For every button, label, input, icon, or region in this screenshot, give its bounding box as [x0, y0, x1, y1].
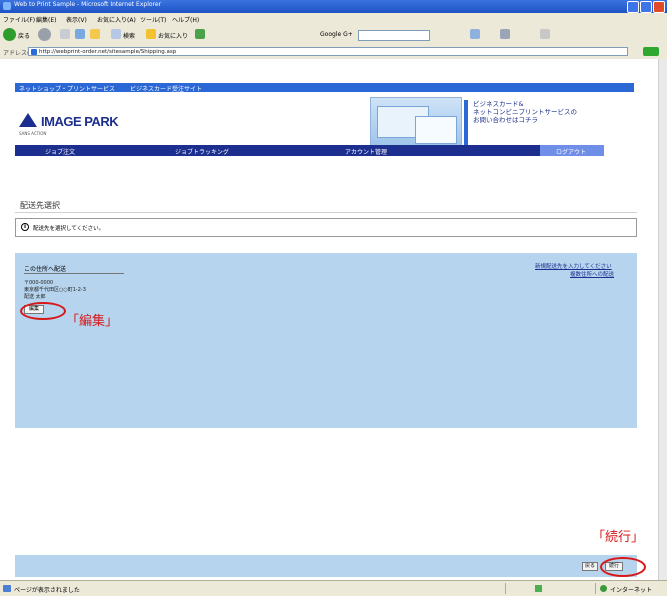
- top-link-netshop[interactable]: ネットショップ・プリントサービス: [19, 84, 115, 93]
- address-bar: アドレス(D) http://webprint-order.net/sitesa…: [0, 45, 667, 60]
- window-titlebar: Web to Print Sample - Microsoft Internet…: [0, 0, 667, 13]
- window-controls: [627, 1, 665, 13]
- menu-edit[interactable]: 編集(E): [36, 15, 56, 24]
- go-button[interactable]: [643, 47, 659, 56]
- banner-image[interactable]: [370, 97, 462, 149]
- internet-zone-icon: [600, 585, 607, 592]
- multi-address-link[interactable]: 複数住所への配送: [570, 270, 614, 278]
- edit-annotation: 「編集」: [66, 314, 119, 329]
- favorites-label[interactable]: お気に入り: [158, 31, 188, 40]
- address-postal: 〒000-0000: [24, 280, 54, 286]
- browser-toolbar: 戻る 検索 お気に入り Google G+: [0, 24, 667, 46]
- status-separator-2: [595, 583, 596, 594]
- status-separator: [505, 583, 506, 594]
- back-button[interactable]: 戻る: [582, 562, 598, 571]
- page-icon: [31, 49, 37, 55]
- nav-job-tracking[interactable]: ジョブトラッキング: [175, 147, 229, 156]
- address-street: 東京都千代田区○○町1-2-3: [24, 287, 86, 293]
- menu-file[interactable]: ファイル(F): [3, 15, 35, 24]
- edit-highlight-oval: [20, 302, 66, 320]
- banner-line-3: お問い合わせはコチラ: [473, 116, 538, 124]
- window-title: Web to Print Sample - Microsoft Internet…: [14, 1, 162, 8]
- ship-to-heading: この住所へ配送: [24, 266, 67, 273]
- back-arrow-icon[interactable]: [3, 28, 16, 41]
- menu-favorites[interactable]: お気に入り(A): [97, 15, 136, 24]
- status-bar: ページが表示されました インターネット: [0, 580, 667, 596]
- ie-icon: [3, 2, 11, 10]
- google-search-input[interactable]: [358, 30, 430, 41]
- title-divider: [15, 212, 637, 213]
- security-icon: [535, 585, 542, 592]
- banner-line-2: ネットコンビニプリントサービスの: [473, 108, 577, 116]
- menu-tools[interactable]: ツール(T): [140, 15, 166, 24]
- zone-text: インターネット: [610, 587, 653, 594]
- notice-text: 配送先を選択してください。: [33, 226, 105, 232]
- google-label[interactable]: Google G+: [320, 31, 353, 38]
- logo-subtext: SANS ACTION: [19, 131, 47, 136]
- home-icon[interactable]: [90, 29, 100, 39]
- minimize-button[interactable]: [627, 1, 639, 13]
- status-text: ページが表示されました: [14, 587, 80, 594]
- media-icon[interactable]: [195, 29, 205, 39]
- logo-text: IMAGE PARK: [41, 114, 119, 129]
- mail-icon[interactable]: [470, 29, 480, 39]
- stop-icon[interactable]: [60, 29, 70, 39]
- heading-rule: [24, 273, 124, 274]
- nav-logout-button[interactable]: ログアウト: [540, 145, 604, 156]
- page-title: 配送先選択: [20, 201, 60, 210]
- info-icon: i: [21, 223, 29, 231]
- site-nav: ジョブ注文 ジョブトラッキング アカウント管理 ログアウト: [15, 145, 604, 156]
- site-logo[interactable]: IMAGE PARK SANS ACTION: [19, 111, 139, 136]
- nav-logout-label: ログアウト: [556, 149, 587, 156]
- print-icon[interactable]: [500, 29, 510, 39]
- favorites-star-icon[interactable]: [146, 29, 156, 39]
- back-label[interactable]: 戻る: [18, 31, 30, 40]
- continue-highlight-oval: [600, 557, 646, 577]
- banner-screen-2: [415, 116, 457, 144]
- nav-job-order[interactable]: ジョブ注文: [45, 147, 75, 156]
- refresh-icon[interactable]: [75, 29, 85, 39]
- url-text: http://webprint-order.net/sitesample/Shi…: [39, 49, 177, 55]
- address-name: 配送 太郎: [24, 294, 46, 300]
- logo-mark-icon: [19, 113, 37, 127]
- forward-arrow-icon[interactable]: [38, 28, 51, 41]
- notice-box: i 配送先を選択してください。: [15, 218, 637, 237]
- close-button[interactable]: [653, 1, 665, 13]
- edit-page-icon[interactable]: [540, 29, 550, 39]
- footer-bar: 戻る 続行: [15, 555, 637, 577]
- top-link-business-card[interactable]: ビジネスカード受注サイト: [130, 84, 202, 93]
- banner-line-1: ビジネスカード&: [473, 100, 524, 108]
- search-label[interactable]: 検索: [123, 31, 135, 40]
- maximize-button[interactable]: [640, 1, 652, 13]
- menu-view[interactable]: 表示(V): [66, 15, 87, 24]
- inquiry-banner[interactable]: ビジネスカード& ネットコンビニプリントサービスの お問い合わせはコチラ: [464, 100, 608, 145]
- vertical-scrollbar[interactable]: [658, 59, 667, 580]
- new-address-link[interactable]: 新規配送先を入力してください: [535, 262, 612, 270]
- url-input[interactable]: http://webprint-order.net/sitesample/Shi…: [28, 47, 628, 56]
- address-panel: この住所へ配送 〒000-0000 東京都千代田区○○町1-2-3 配送 太郎 …: [15, 253, 637, 428]
- status-page-icon: [3, 585, 11, 592]
- continue-annotation: 「続行」: [592, 530, 645, 545]
- menu-help[interactable]: ヘルプ(H): [172, 15, 199, 24]
- nav-account[interactable]: アカウント管理: [345, 147, 387, 156]
- search-icon[interactable]: [111, 29, 121, 39]
- site-top-strip: ネットショップ・プリントサービス ビジネスカード受注サイト: [15, 83, 634, 93]
